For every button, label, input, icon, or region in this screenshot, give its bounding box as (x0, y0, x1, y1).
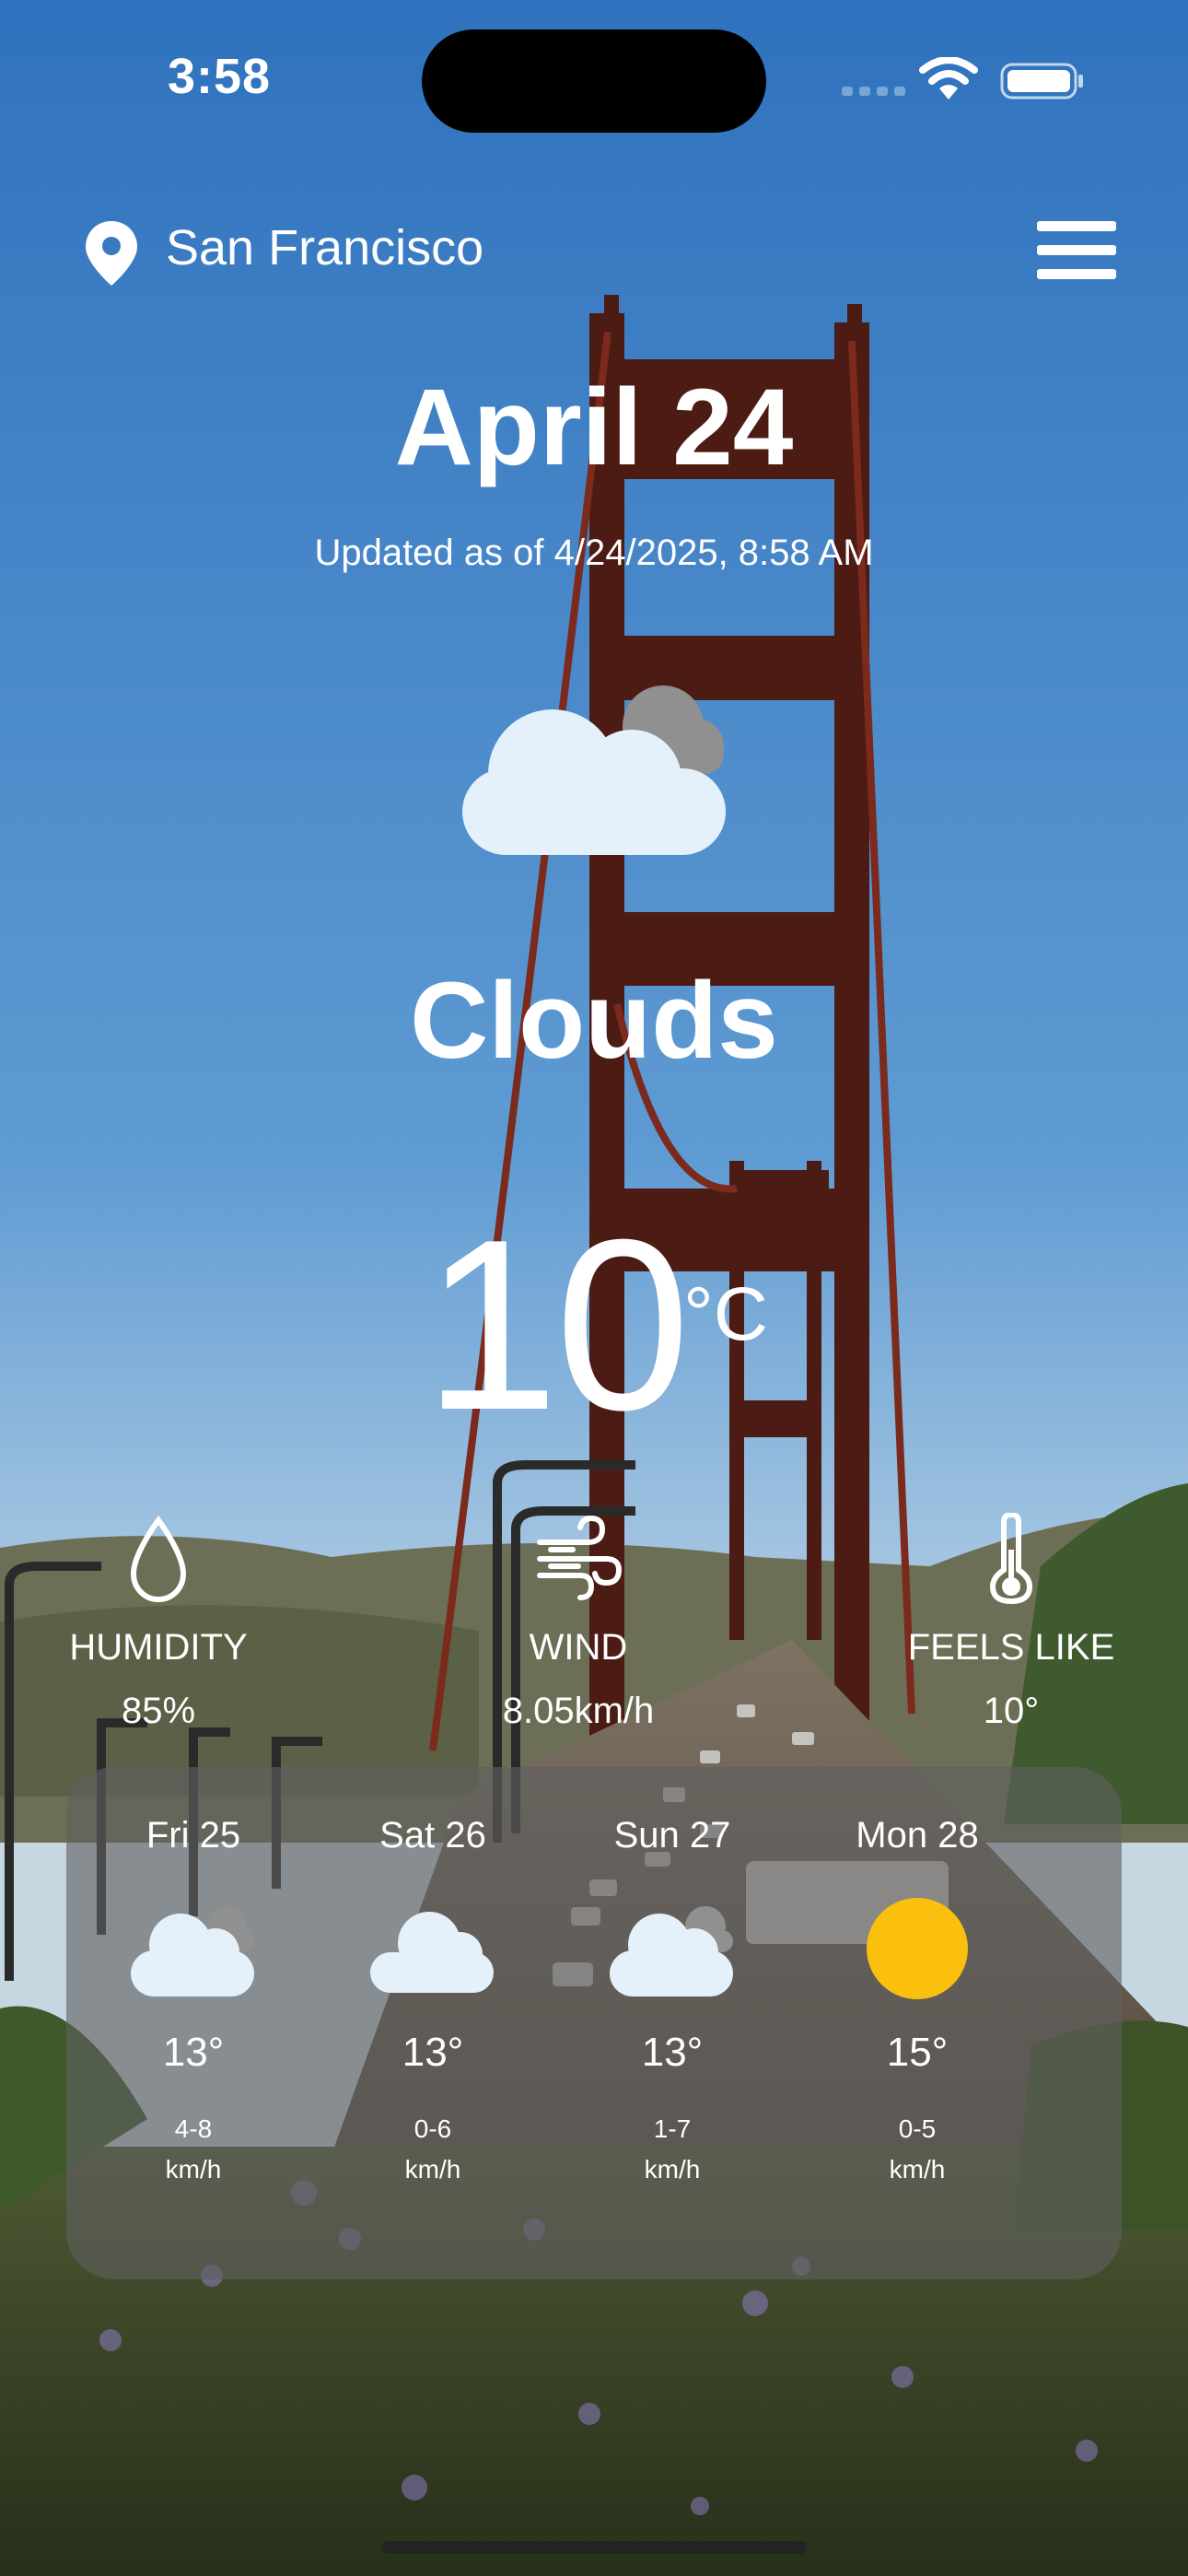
forecast-wind-unit: km/h (644, 2155, 701, 2184)
current-date: April 24 (394, 367, 794, 488)
wind-label: WIND (529, 1627, 628, 1668)
thermometer-icon (989, 1513, 1033, 1605)
forecast-wind-unit: km/h (165, 2155, 222, 2184)
menu-icon[interactable] (1037, 221, 1116, 280)
wind-value: 8.05km/h (502, 1691, 655, 1731)
forecast-wind: 0-6 km/h (332, 2109, 534, 2190)
droplet-icon (130, 1515, 187, 1603)
status-time: 3:58 (168, 49, 272, 104)
wifi-icon (919, 57, 978, 100)
forecast-wind-range: 0-6 (413, 2114, 452, 2143)
forecast-wind: 4-8 km/h (92, 2109, 295, 2190)
updated-timestamp: Updated as of 4/24/2025, 8:58 AM (314, 533, 874, 573)
forecast-day-name: Mon 28 (856, 1815, 979, 1856)
feels-like-value: 10° (983, 1691, 1040, 1731)
humidity-value: 85% (121, 1691, 196, 1731)
forecast-wind-range: 0-5 (898, 2114, 937, 2143)
forecast-temp: 13° (402, 2030, 464, 2075)
forecast-day[interactable]: Fri 25 13° 4-8 km/h (92, 1815, 295, 2190)
forecast-temp: 13° (641, 2030, 704, 2075)
forecast-temp: 13° (162, 2030, 225, 2075)
home-indicator[interactable] (381, 2541, 807, 2554)
feels-like-stat: FEELS LIKE 10° (864, 1513, 1159, 1732)
humidity-stat: HUMIDITY 85% (11, 1513, 306, 1732)
forecast-wind-range: 1-7 (653, 2114, 692, 2143)
forecast-wind-unit: km/h (889, 2155, 946, 2184)
forecast-day[interactable]: Sun 27 13° 1-7 km/h (571, 1815, 774, 2190)
humidity-label: HUMIDITY (69, 1627, 248, 1668)
wind-stat: WIND 8.05km/h (431, 1513, 726, 1732)
forecast-wind: 0-5 km/h (816, 2109, 1019, 2190)
sun-icon (867, 1898, 968, 1999)
city-name[interactable]: San Francisco (166, 219, 483, 276)
cloud-icon (370, 1912, 494, 1993)
wind-icon (537, 1515, 623, 1600)
location-pin-icon (86, 221, 137, 286)
clouds-icon (462, 685, 726, 855)
forecast-wind-range: 4-8 (174, 2114, 213, 2143)
current-temperature: 10 (424, 1188, 691, 1460)
feels-like-label: FEELS LIKE (907, 1627, 1115, 1668)
forecast-day[interactable]: Mon 28 15° 0-5 km/h (816, 1815, 1019, 2190)
forecast-day-name: Sat 26 (379, 1815, 486, 1856)
clouds-icon (610, 1906, 733, 1996)
dynamic-island (422, 29, 766, 133)
forecast-temp: 15° (886, 2030, 949, 2075)
temperature-unit: °C (683, 1272, 769, 1356)
forecast-day-name: Fri 25 (146, 1815, 241, 1856)
clouds-icon (131, 1906, 254, 1996)
forecast-day[interactable]: Sat 26 13° 0-6 km/h (332, 1815, 534, 2190)
forecast-wind: 1-7 km/h (571, 2109, 774, 2190)
forecast-wind-unit: km/h (404, 2155, 461, 2184)
forecast-day-name: Sun 27 (613, 1815, 731, 1856)
forecast-card: Fri 25 13° 4-8 km/h Sat 26 13° 0-6 km/h … (66, 1767, 1122, 2279)
cellular-signal-icon (842, 87, 905, 96)
battery-icon (1000, 63, 1083, 100)
weather-condition: Clouds (410, 960, 778, 1082)
